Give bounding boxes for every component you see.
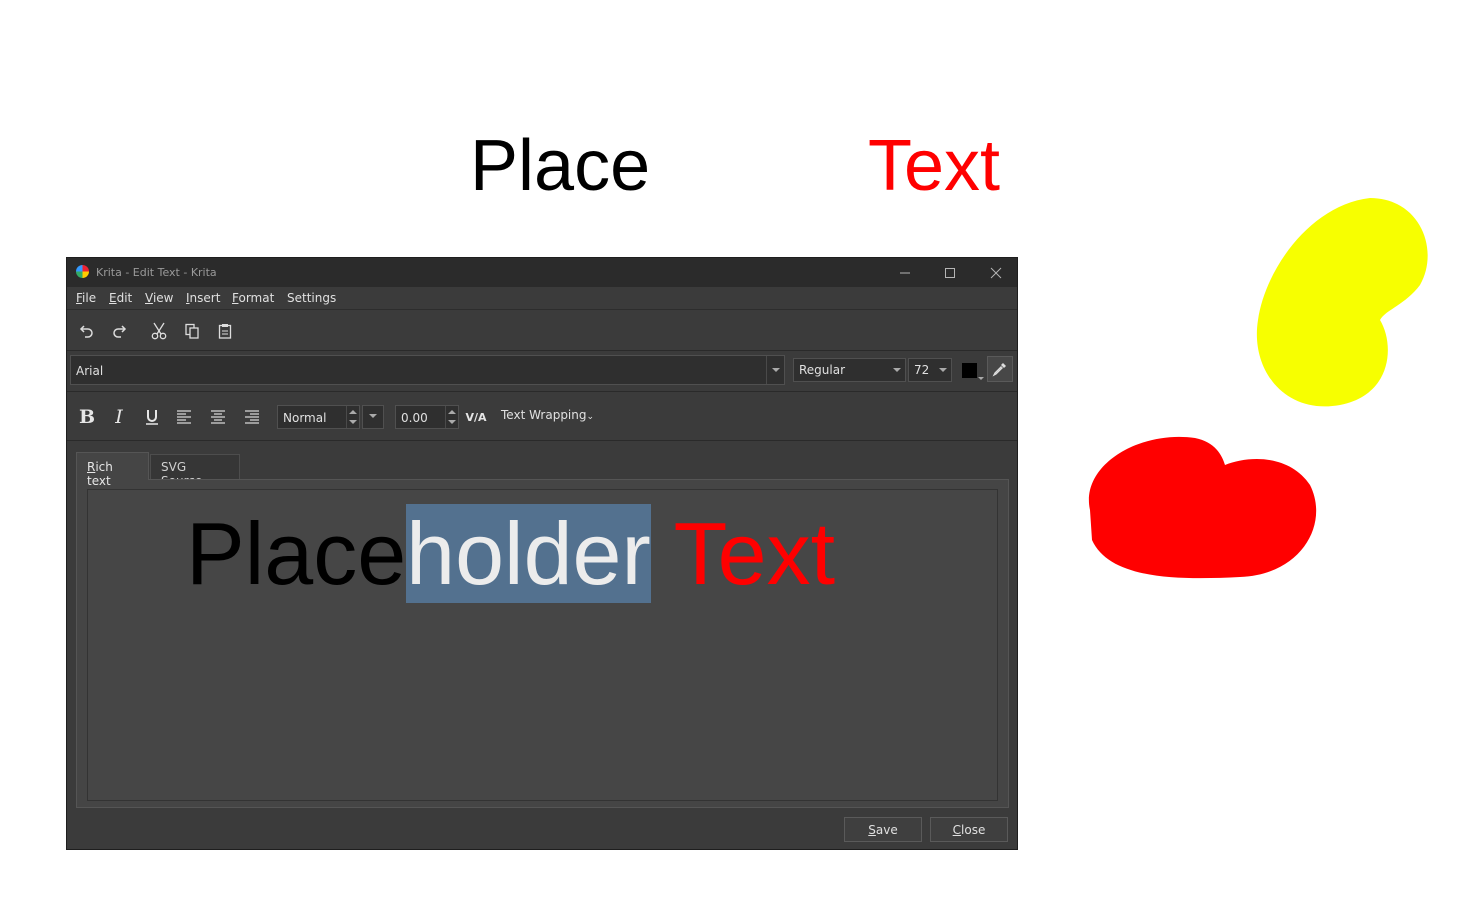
font-family-value: Arial — [76, 364, 104, 378]
rich-text-panel: Placeholder Text — [76, 479, 1009, 808]
line-spacing-spinbox[interactable]: Normal — [277, 405, 360, 429]
menu-settings[interactable]: Settings — [287, 291, 336, 305]
canvas-text-text: Text — [868, 126, 1001, 206]
maximize-button[interactable] — [927, 258, 973, 287]
color-picker-button[interactable] — [987, 356, 1013, 382]
paste-button[interactable] — [214, 320, 236, 342]
menu-bar: File Edit View Insert Format Settings — [67, 287, 1017, 310]
krita-app-icon — [76, 265, 89, 278]
yellow-blob — [1256, 198, 1428, 407]
text-selection[interactable]: holder — [406, 504, 651, 603]
spin-arrows-icon[interactable] — [346, 406, 359, 428]
tab-rich-text[interactable]: Rich text — [76, 452, 149, 488]
chevron-down-icon — [766, 356, 784, 384]
minimize-icon — [900, 272, 910, 273]
redo-button[interactable] — [108, 320, 130, 342]
italic-button[interactable]: I — [108, 406, 130, 428]
font-family-combo[interactable]: Arial — [70, 355, 785, 385]
line-spacing-value: Normal — [283, 411, 327, 425]
align-center-icon — [211, 410, 225, 424]
font-color-button[interactable] — [960, 359, 986, 383]
font-size-value: 72 — [914, 363, 930, 377]
underline-button[interactable] — [141, 406, 163, 428]
chevron-down-icon — [369, 414, 377, 418]
edit-toolbar — [67, 310, 1017, 351]
chevron-down-icon — [888, 359, 905, 381]
kerning-icon: V/A — [465, 410, 487, 424]
edit-text-dialog: Krita - Edit Text - Krita File Edit View… — [66, 257, 1018, 850]
close-window-button[interactable] — [973, 258, 1019, 287]
tab-svg-source[interactable]: SVG Source — [150, 454, 240, 488]
rich-text-editor[interactable]: Placeholder Text — [87, 489, 998, 801]
cut-icon — [151, 322, 167, 340]
menu-view[interactable]: View — [145, 291, 173, 305]
align-right-button[interactable] — [241, 406, 263, 428]
canvas-text-place: Place — [470, 126, 651, 206]
copy-button[interactable] — [181, 320, 203, 342]
close-icon — [990, 267, 1002, 278]
underline-icon — [146, 410, 158, 425]
text-segment-black[interactable]: Place — [186, 504, 406, 603]
font-row: Arial Regular 72 — [67, 351, 1017, 392]
cut-button[interactable] — [148, 320, 170, 342]
font-style-combo[interactable]: Regular — [793, 358, 906, 382]
align-left-button[interactable] — [173, 406, 195, 428]
maximize-icon — [945, 267, 955, 278]
color-swatch — [962, 363, 977, 378]
italic-icon: I — [115, 406, 123, 428]
menu-edit[interactable]: Edit — [109, 291, 132, 305]
bold-button[interactable]: B — [76, 406, 98, 428]
menu-file[interactable]: File — [76, 291, 96, 305]
redo-icon — [113, 325, 127, 338]
title-bar[interactable]: Krita - Edit Text - Krita — [67, 258, 1017, 287]
undo-icon — [79, 325, 93, 338]
kerning-button[interactable]: V/A — [465, 406, 487, 428]
copy-icon — [185, 323, 199, 339]
bold-icon: B — [78, 406, 96, 428]
save-button[interactable]: Save — [844, 817, 922, 842]
chevron-down-icon — [934, 359, 951, 381]
align-left-icon — [177, 410, 191, 424]
editor-text-line[interactable]: Placeholder Text — [186, 500, 835, 608]
close-button[interactable]: Close — [930, 817, 1008, 842]
minimize-button[interactable] — [882, 258, 928, 287]
letter-spacing-spinbox[interactable]: 0.00 — [395, 405, 459, 429]
window-title: Krita - Edit Text - Krita — [96, 266, 217, 279]
menu-format[interactable]: Format — [232, 291, 274, 305]
red-blob — [1088, 436, 1317, 579]
align-center-button[interactable] — [207, 406, 229, 428]
undo-button[interactable] — [76, 320, 98, 342]
menu-insert[interactable]: Insert — [186, 291, 220, 305]
font-style-value: Regular — [799, 363, 846, 377]
letter-spacing-value: 0.00 — [401, 411, 428, 425]
align-right-icon — [245, 410, 259, 424]
line-spacing-dropdown[interactable] — [362, 405, 384, 429]
text-segment-red[interactable]: Text — [651, 504, 835, 603]
paste-icon — [218, 324, 232, 339]
font-size-combo[interactable]: 72 — [908, 358, 952, 382]
spin-arrows-icon[interactable] — [445, 406, 458, 428]
eyedropper-icon — [992, 363, 1006, 377]
text-wrapping-button[interactable]: Text Wrapping⌄ — [501, 408, 594, 422]
format-row: B I Normal 0.00 V/A Text Wrapping⌄ — [67, 392, 1017, 441]
chevron-down-icon — [978, 377, 984, 380]
